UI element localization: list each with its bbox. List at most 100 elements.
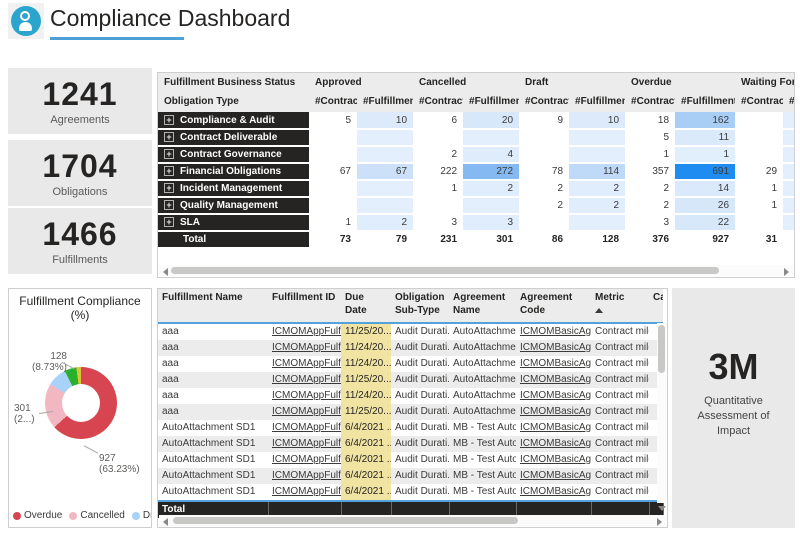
matrix-cell[interactable]: 67 — [357, 163, 413, 180]
matrix-row-header[interactable]: +Contract Governance — [158, 146, 309, 163]
cell-link[interactable]: ICMOMAppFulfi... — [272, 342, 341, 353]
scroll-down-icon[interactable] — [658, 506, 666, 511]
matrix-cell[interactable]: 357 — [625, 163, 675, 180]
col-fulfillment-id[interactable]: Fulfillment ID — [268, 289, 341, 323]
matrix-cell[interactable]: 1 — [625, 146, 675, 163]
matrix-group-approved[interactable]: Approved — [309, 73, 413, 92]
table-row[interactable]: AutoAttachment SD1ICMOMAppFulfi...6/4/20… — [158, 420, 663, 436]
scrollbar-thumb[interactable] — [173, 517, 518, 524]
donut-chart[interactable] — [45, 367, 117, 439]
expand-plus-icon[interactable]: + — [164, 217, 174, 227]
matrix-cell[interactable]: 1 — [309, 214, 357, 231]
matrix-cell[interactable]: 2 — [569, 197, 625, 214]
cell-link[interactable]: ICMOMAppFulfi... — [272, 390, 341, 401]
matrix-measure-header[interactable]: #Fulfillments — [783, 92, 795, 112]
matrix-row-header[interactable]: +Incident Management — [158, 180, 309, 197]
cell-link[interactable]: ICMOMBasicAgr... — [520, 438, 591, 449]
matrix-group-overdue[interactable]: Overdue — [625, 73, 735, 92]
matrix-cell[interactable]: 10 — [569, 112, 625, 129]
matrix-cell[interactable]: 222 — [413, 163, 463, 180]
matrix-cell[interactable]: 2 — [569, 180, 625, 197]
matrix-cell[interactable] — [783, 112, 795, 129]
col-agreement-name[interactable]: Agreement Name — [449, 289, 516, 323]
scroll-left-icon[interactable] — [163, 268, 168, 276]
matrix-cell[interactable]: 31 — [735, 231, 783, 248]
matrix-cell[interactable]: 5 — [309, 112, 357, 129]
matrix-row-header[interactable]: Total — [158, 231, 309, 248]
cell-link[interactable]: ICMOMBasicAgr... — [520, 342, 591, 353]
matrix-cell[interactable] — [413, 197, 463, 214]
matrix-cell[interactable]: 22 — [675, 214, 735, 231]
cell-link[interactable]: ICMOMBasicAgr... — [520, 406, 591, 417]
matrix-cell[interactable] — [309, 146, 357, 163]
matrix-cell[interactable]: 79 — [357, 231, 413, 248]
matrix-cell[interactable]: 6 — [413, 112, 463, 129]
matrix-measure-header[interactable]: #Fulfillments — [569, 92, 625, 112]
matrix-cell[interactable]: 3 — [413, 214, 463, 231]
cell-link[interactable]: ICMOMAppFulfi... — [272, 422, 341, 433]
matrix-cell[interactable] — [569, 214, 625, 231]
matrix-cell[interactable] — [783, 197, 795, 214]
matrix-cell[interactable]: 26 — [675, 197, 735, 214]
cell-link[interactable]: ICMOMAppFulfi... — [272, 438, 341, 449]
cell-link[interactable]: ICMOMAppFulfi... — [272, 358, 341, 369]
matrix-measure-header[interactable]: #Fulfillments — [357, 92, 413, 112]
matrix-row-header[interactable]: +Contract Deliverable — [158, 129, 309, 146]
matrix-measure-header[interactable]: #Contracts — [735, 92, 783, 112]
matrix-cell[interactable] — [735, 112, 783, 129]
matrix-cell[interactable]: 10 — [357, 112, 413, 129]
matrix-row-header[interactable]: +Quality Management — [158, 197, 309, 214]
detail-vertical-scrollbar[interactable] — [657, 323, 666, 503]
matrix-group-waiting[interactable]: Waiting For Approval — [735, 73, 795, 92]
matrix-cell[interactable]: 4 — [463, 146, 519, 163]
detail-horizontal-scrollbar[interactable] — [159, 515, 666, 526]
cell-link[interactable]: ICMOMAppFulfi... — [272, 374, 341, 385]
matrix-cell[interactable]: 20 — [463, 112, 519, 129]
scroll-left-icon[interactable] — [163, 518, 168, 526]
matrix-cell[interactable]: 272 — [463, 163, 519, 180]
matrix-group-cancelled[interactable]: Cancelled — [413, 73, 519, 92]
table-row[interactable]: aaaICMOMAppFulfi...11/24/20...Audit Dura… — [158, 388, 663, 404]
matrix-cell[interactable] — [309, 180, 357, 197]
matrix-cell[interactable] — [783, 146, 795, 163]
scrollbar-thumb[interactable] — [171, 267, 719, 274]
table-row[interactable]: AutoAttachment SD1ICMOMAppFulfi...6/4/20… — [158, 452, 663, 468]
cell-link[interactable]: ICMOMAppFulfi... — [272, 454, 341, 465]
matrix-cell[interactable] — [357, 146, 413, 163]
matrix-cell[interactable] — [783, 231, 795, 248]
expand-plus-icon[interactable]: + — [164, 149, 174, 159]
scroll-right-icon[interactable] — [657, 518, 662, 526]
matrix-cell[interactable]: 2 — [357, 214, 413, 231]
legend-item[interactable]: Cancelled — [69, 510, 124, 521]
cell-link[interactable]: ICMOMBasicAgr... — [520, 358, 591, 369]
matrix-cell[interactable]: 114 — [569, 163, 625, 180]
matrix-cell[interactable]: 3 — [625, 214, 675, 231]
table-row[interactable]: aaaICMOMAppFulfi...11/24/20...Audit Dura… — [158, 340, 663, 356]
expand-plus-icon[interactable]: + — [164, 115, 174, 125]
matrix-measure-header[interactable]: #Contracts — [519, 92, 569, 112]
matrix-cell[interactable]: 78 — [519, 163, 569, 180]
cell-link[interactable]: ICMOMBasicAgr... — [520, 374, 591, 385]
legend-item[interactable]: Overdue — [13, 510, 62, 521]
cell-link[interactable]: ICMOMAppFulfi... — [272, 326, 341, 337]
col-due-date[interactable]: Due Date — [341, 289, 391, 323]
table-row[interactable]: AutoAttachment SD1ICMOMAppFulfi...6/4/20… — [158, 484, 663, 501]
matrix-cell[interactable]: 1 — [735, 197, 783, 214]
matrix-cell[interactable] — [735, 146, 783, 163]
matrix-cell[interactable]: 67 — [309, 163, 357, 180]
table-row[interactable]: AutoAttachment SD1ICMOMAppFulfi...6/4/20… — [158, 436, 663, 452]
matrix-cell[interactable] — [735, 129, 783, 146]
matrix-cell[interactable]: 3 — [463, 214, 519, 231]
matrix-row-header[interactable]: +Compliance & Audit — [158, 112, 309, 129]
expand-plus-icon[interactable]: + — [164, 132, 174, 142]
cell-link[interactable]: ICMOMAppFulfi... — [272, 470, 341, 481]
cell-link[interactable]: ICMOMBasicAgr... — [520, 326, 591, 337]
matrix-cell[interactable] — [413, 129, 463, 146]
table-row[interactable]: aaaICMOMAppFulfi...11/25/20...Audit Dura… — [158, 372, 663, 388]
matrix-cell[interactable]: 29 — [735, 163, 783, 180]
matrix-cell[interactable] — [783, 214, 795, 231]
matrix-cell[interactable]: 5 — [625, 129, 675, 146]
matrix-cell[interactable]: 2 — [625, 180, 675, 197]
matrix-cell[interactable]: 2 — [519, 197, 569, 214]
col-obligation-sub-type[interactable]: Obligation Sub-Type — [391, 289, 449, 323]
